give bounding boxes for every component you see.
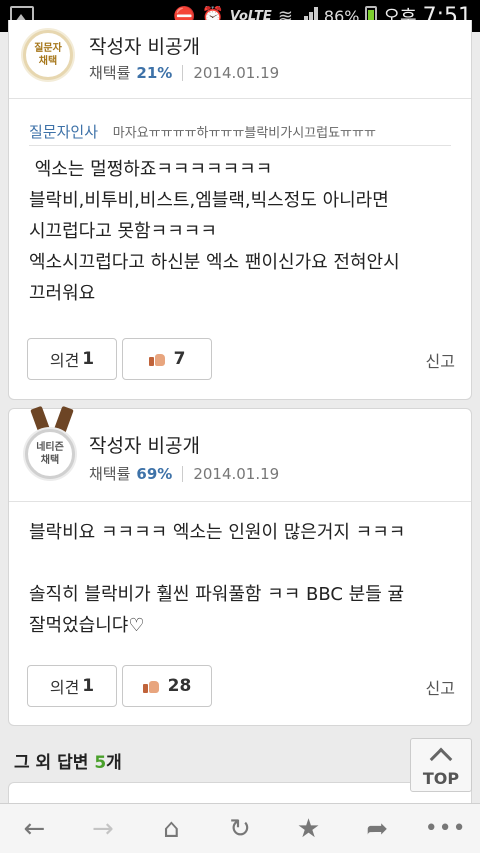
browser-toolbar: ← → ⌂ ↻ ★ ➦ •••	[0, 803, 480, 853]
answer-card: 질문자 채택 작성자 비공개 채택률 21% 2014.01.19 질문자인사 …	[8, 20, 472, 400]
thumbs-up-icon	[148, 352, 165, 366]
other-answers-count: 5	[94, 753, 107, 773]
other-answers-heading: 그 외 답변 5개	[14, 748, 122, 773]
scroll-top-label: TOP	[422, 768, 460, 788]
answer-date: 2014.01.19	[193, 63, 280, 82]
asker-thanks-label: 질문자인사	[29, 123, 99, 141]
report-link[interactable]: 신고	[426, 348, 455, 372]
comment-count: 1	[82, 676, 95, 696]
author-name: 작성자 비공개	[89, 435, 200, 457]
home-icon[interactable]: ⌂	[141, 806, 201, 852]
comment-button[interactable]: 의견 1	[27, 338, 117, 380]
asker-selected-badge: 질문자 채택	[23, 30, 73, 80]
forward-icon[interactable]: →	[73, 806, 133, 852]
asker-thanks: 질문자인사 마자요ㅠㅠㅠㅠ하ㅠㅠㅠ블락비가시끄럽됴ㅠㅠㅠ	[29, 121, 465, 142]
divider	[9, 98, 471, 99]
thumbs-up-icon	[142, 679, 159, 693]
comment-button[interactable]: 의견 1	[27, 665, 117, 707]
like-count: 7	[173, 349, 186, 369]
badge-line1: 네티즌	[36, 442, 64, 453]
divider	[9, 501, 471, 502]
answer-date: 2014.01.19	[193, 464, 280, 483]
share-icon[interactable]: ➦	[347, 806, 407, 852]
badge-line1: 질문자	[34, 43, 62, 54]
bookmark-icon[interactable]: ★	[279, 806, 339, 852]
netizen-selected-badge: 네티즌 채택	[25, 429, 75, 479]
asker-thanks-text: 마자요ㅠㅠㅠㅠ하ㅠㅠㅠ블락비가시끄럽됴ㅠㅠㅠ	[112, 126, 376, 141]
author-name: 작성자 비공개	[89, 36, 200, 58]
other-answers-suffix: 개	[106, 753, 122, 773]
comment-label: 의견	[49, 678, 80, 697]
answer-body: 엑소는 멀쩡하죠ㅋㅋㅋㅋㅋㅋㅋ 블락비,비투비,비스트,엠블랙,빅스정도 아니라…	[29, 159, 400, 304]
other-answers-prefix: 그 외 답변	[14, 753, 95, 773]
adoption-rate-value: 69%	[136, 464, 173, 483]
adoption-rate-label: 채택률	[89, 465, 131, 483]
back-icon[interactable]: ←	[4, 806, 64, 852]
meta-separator	[182, 64, 184, 81]
report-link[interactable]: 신고	[426, 675, 455, 699]
answer-meta: 채택률 69% 2014.01.19	[89, 463, 279, 484]
scroll-top-button[interactable]: TOP	[410, 738, 472, 792]
meta-separator	[182, 465, 184, 482]
like-button[interactable]: 7	[122, 338, 212, 380]
refresh-icon[interactable]: ↻	[210, 806, 270, 852]
like-button[interactable]: 28	[122, 665, 212, 707]
like-count: 28	[167, 676, 192, 696]
badge-line2: 채택	[38, 56, 58, 67]
chevron-up-icon	[429, 747, 453, 770]
adoption-rate-label: 채택률	[89, 64, 131, 82]
adoption-rate-value: 21%	[136, 63, 173, 82]
answer-meta: 채택률 21% 2014.01.19	[89, 62, 279, 83]
divider	[29, 145, 451, 146]
badge-line2: 채택	[40, 455, 60, 466]
comment-count: 1	[82, 349, 95, 369]
more-icon[interactable]: •••	[416, 806, 476, 852]
answer-card: 네티즌 채택 작성자 비공개 채택률 69% 2014.01.19 블락비요 ㅋ…	[8, 405, 472, 726]
answer-body: 블락비요 ㅋㅋㅋㅋ 엑소는 인원이 많은거지 ㅋㅋㅋ 솔직히 블락비가 훨씬 파…	[29, 522, 406, 636]
comment-label: 의견	[49, 351, 80, 370]
